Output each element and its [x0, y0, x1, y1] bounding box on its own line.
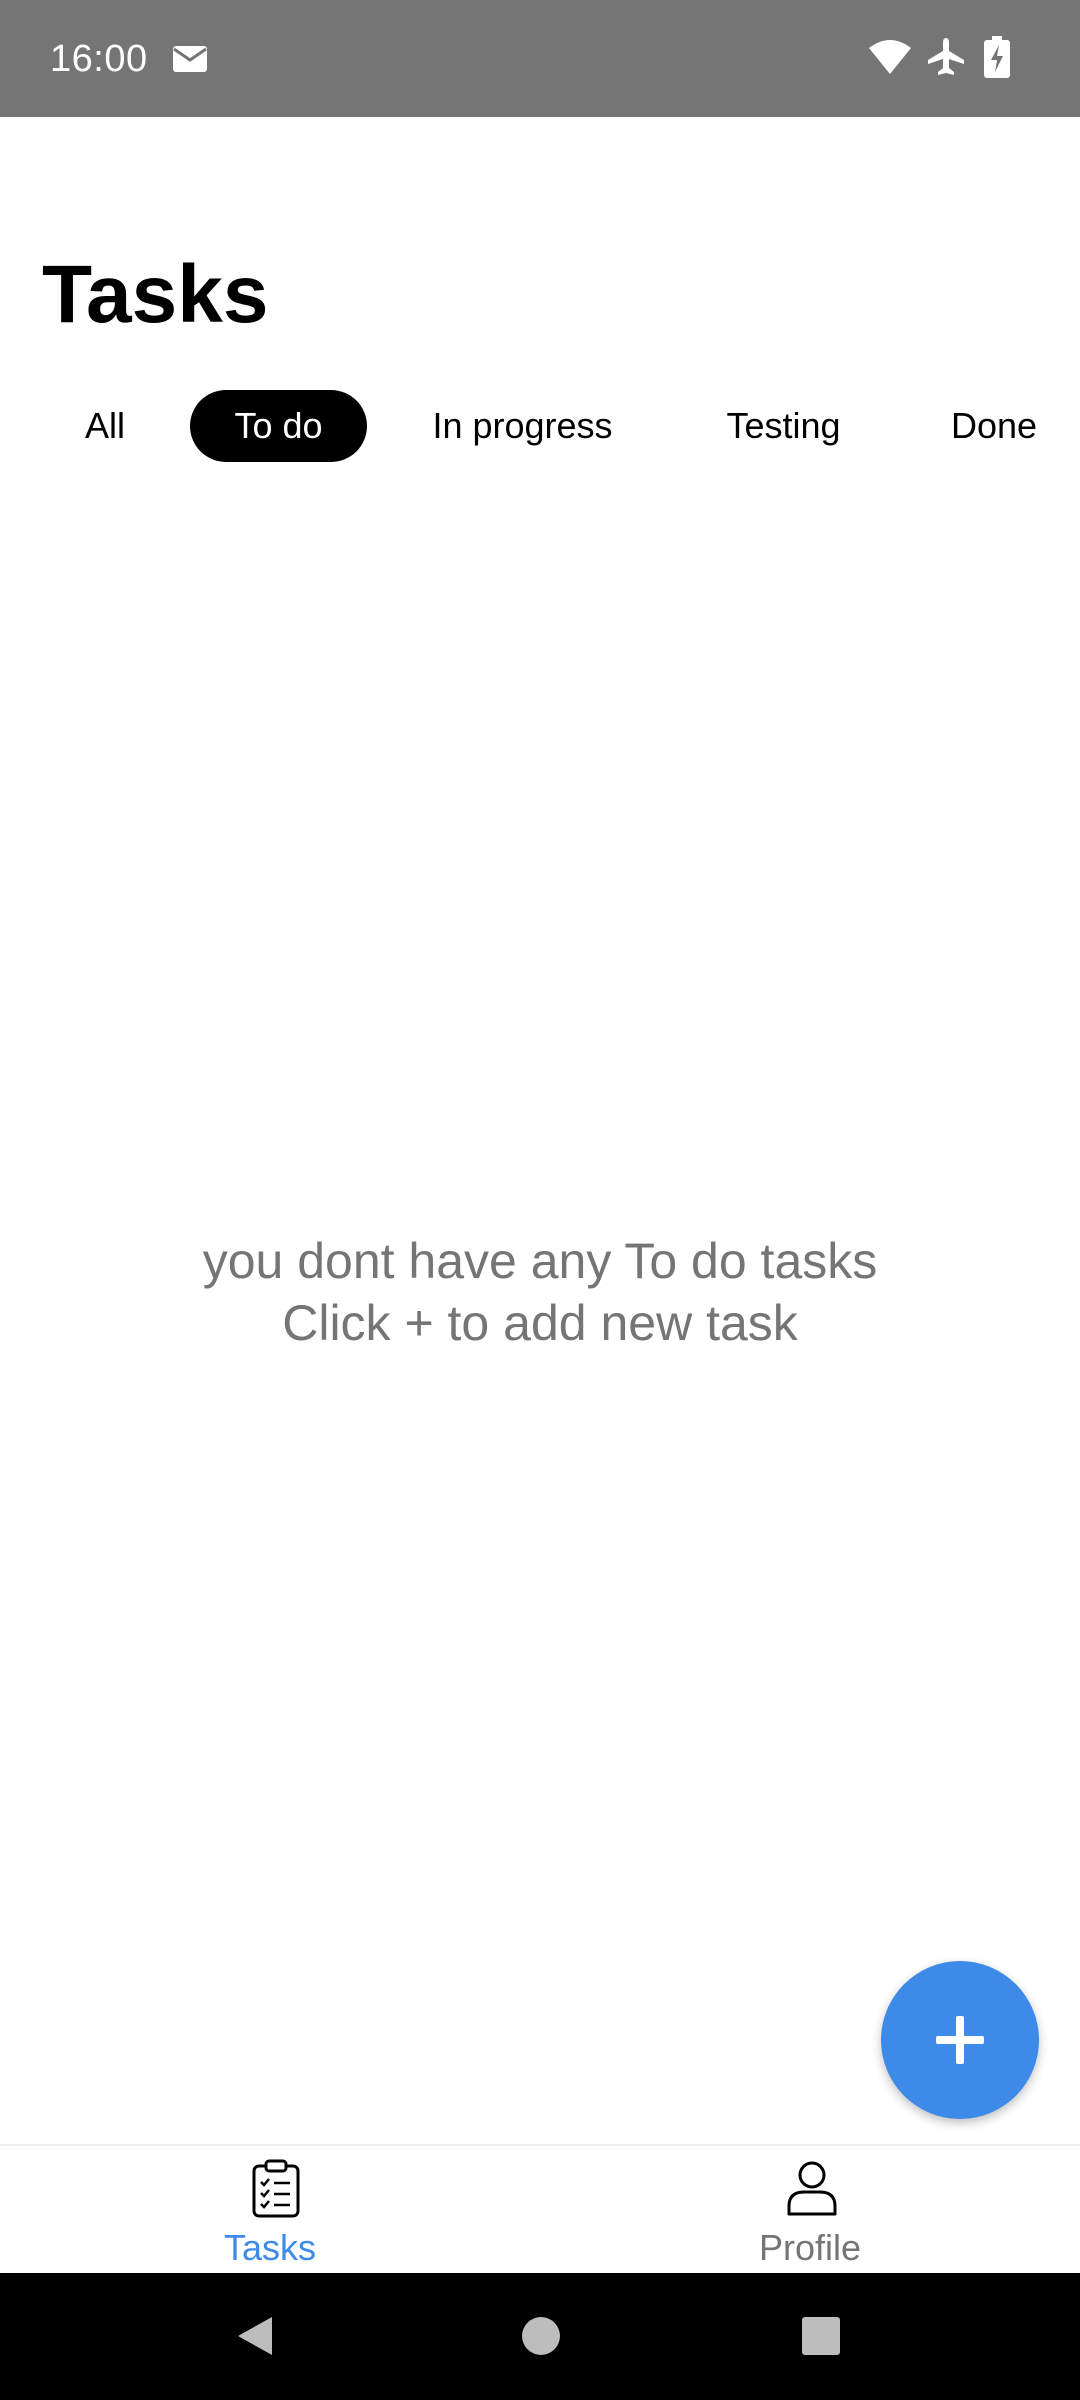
add-task-button[interactable] — [881, 1961, 1039, 2119]
tab-all[interactable]: All — [62, 390, 148, 462]
mail-icon — [173, 46, 207, 72]
empty-state-line-2: Click + to add new task — [282, 1295, 798, 1351]
status-time: 16:00 — [50, 38, 148, 80]
tab-testing[interactable]: Testing — [705, 390, 862, 462]
screen: 16:00 Tasks All To do In progress Testin… — [0, 0, 1080, 2400]
status-bar: 16:00 — [0, 0, 1080, 117]
tab-to-do[interactable]: To do — [190, 390, 367, 462]
home-icon[interactable] — [520, 2315, 562, 2357]
nav-item-profile[interactable]: Profile — [540, 2146, 1080, 2275]
wifi-icon — [869, 40, 911, 74]
empty-state-message: you dont have any To do tasks Click + to… — [0, 1230, 1080, 1354]
clipboard-checklist-icon — [252, 2159, 300, 2218]
nav-label-tasks: Tasks — [223, 2227, 317, 2268]
back-icon[interactable] — [232, 2313, 278, 2359]
bottom-navigation: Tasks Profile — [0, 2144, 1080, 2275]
tab-done[interactable]: Done — [935, 390, 1053, 462]
empty-state-line-1: you dont have any To do tasks — [202, 1233, 878, 1289]
recents-icon[interactable] — [800, 2315, 842, 2357]
tab-in-progress[interactable]: In progress — [415, 390, 630, 462]
airplane-mode-icon — [928, 38, 964, 75]
person-icon — [787, 2161, 837, 2216]
nav-item-tasks[interactable]: Tasks — [0, 2146, 540, 2275]
nav-label-profile: Profile — [758, 2227, 862, 2268]
plus-icon — [936, 2016, 984, 2064]
system-navigation-bar — [0, 2273, 1080, 2400]
page-title: Tasks — [42, 249, 269, 340]
battery-charging-icon — [984, 36, 1010, 78]
